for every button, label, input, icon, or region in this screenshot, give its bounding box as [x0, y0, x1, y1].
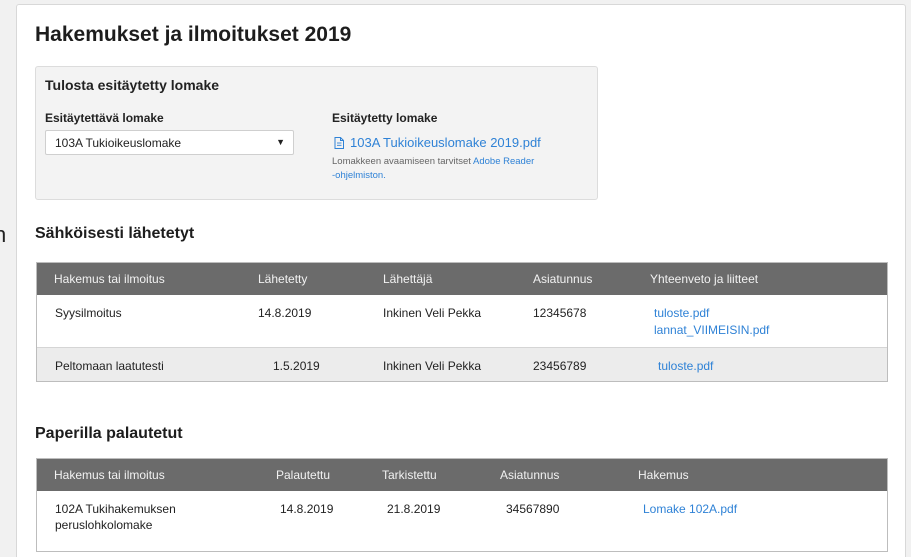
column-header: Hakemus tai ilmoitus [54, 272, 165, 286]
print-form-box: Tulosta esitäytetty lomake Esitäytettävä… [35, 66, 598, 200]
row-date: 1.5.2019 [273, 359, 320, 373]
table-row: Peltomaan laatutesti 1.5.2019 Inkinen Ve… [37, 347, 887, 381]
row-checked-date: 21.8.2019 [387, 502, 441, 516]
row-name: Peltomaan laatutesti [55, 359, 164, 373]
row-sender: Inkinen Veli Pekka [383, 306, 482, 320]
column-header: Hakemus tai ilmoitus [54, 468, 165, 482]
main-panel: Hakemukset ja ilmoitukset 2019 Tulosta e… [16, 4, 906, 557]
paper-section-title: Paperilla palautetut [35, 425, 183, 442]
column-header: Asiatunnus [533, 272, 593, 286]
column-header: Tarkistettu [382, 468, 437, 482]
prefilled-pdf-link[interactable]: 103A Tukioikeuslomake 2019.pdf [334, 135, 541, 150]
table-header: Hakemus tai ilmoitus Palautettu Tarkiste… [37, 459, 887, 491]
page-title: Hakemukset ja ilmoitukset 2019 [35, 23, 352, 46]
form-select-label: Esitäytettävä lomake [45, 111, 164, 125]
form-select-value: 103A Tukioikeuslomake [55, 136, 182, 150]
column-header: Asiatunnus [500, 468, 560, 482]
column-header: Lähettäjä [383, 272, 433, 286]
column-header: Yhteenveto ja liitteet [650, 272, 759, 286]
row-case-id: 23456789 [533, 359, 587, 373]
row-returned-date: 14.8.2019 [280, 502, 334, 516]
adobe-reader-link[interactable]: Adobe Reader [473, 156, 534, 167]
table-header: Hakemus tai ilmoitus Lähetetty Lähettäjä… [37, 263, 887, 295]
reader-note: Lomakkeen avaamiseen tarvitset Adobe Rea… [332, 155, 572, 183]
prefilled-form-label: Esitäytetty lomake [332, 111, 438, 125]
application-link[interactable]: Lomake 102A.pdf [643, 502, 737, 516]
form-select[interactable]: 103A Tukioikeuslomake ▼ [45, 130, 294, 155]
row-case-id: 34567890 [506, 502, 560, 516]
reader-note-text: Lomakkeen avaamiseen tarvitset [332, 156, 471, 167]
prefilled-pdf-link-text: 103A Tukioikeuslomake 2019.pdf [350, 135, 541, 150]
column-header: Lähetetty [258, 272, 308, 286]
print-form-title: Tulosta esitäytetty lomake [45, 77, 220, 93]
electronic-section-title: Sähköisesti lähetetyt [35, 225, 195, 242]
row-name-cont: peruslohkolomake [55, 518, 153, 532]
attachment-link[interactable]: lannat_VIIMEISIN.pdf [654, 323, 769, 337]
row-name: Syysilmoitus [55, 306, 122, 320]
cropped-edge-text: n [0, 222, 7, 247]
document-icon [334, 137, 344, 149]
attachment-link[interactable]: tuloste.pdf [658, 359, 713, 373]
row-sender: Inkinen Veli Pekka [383, 359, 482, 373]
caret-down-icon: ▼ [276, 137, 285, 147]
row-date: 14.8.2019 [258, 306, 312, 320]
row-case-id: 12345678 [533, 306, 587, 320]
table-row: 102A Tukihakemuksen peruslohkolomake 14.… [37, 491, 887, 547]
adobe-reader-link-suffix[interactable]: -ohjelmiston. [332, 170, 386, 181]
row-name: 102A Tukihakemuksen [55, 502, 176, 516]
attachment-link[interactable]: tuloste.pdf [654, 306, 709, 320]
paper-table: Hakemus tai ilmoitus Palautettu Tarkiste… [36, 458, 888, 552]
table-row: Syysilmoitus 14.8.2019 Inkinen Veli Pekk… [37, 295, 887, 347]
column-header: Palautettu [276, 468, 331, 482]
column-header: Hakemus [638, 468, 689, 482]
electronic-table: Hakemus tai ilmoitus Lähetetty Lähettäjä… [36, 262, 888, 382]
